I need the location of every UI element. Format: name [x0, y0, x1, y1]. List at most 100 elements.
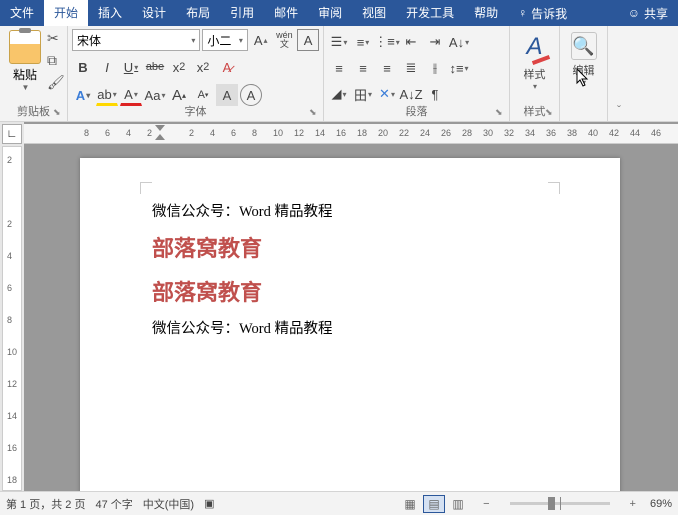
read-mode-button[interactable]: ▦: [399, 495, 421, 513]
tab-selector[interactable]: ∟: [2, 124, 22, 144]
multilevel-button[interactable]: ⋮≡▾: [376, 31, 398, 53]
share-label: 共享: [644, 5, 668, 22]
italic-button[interactable]: I: [96, 56, 118, 78]
menu-tab-help[interactable]: 帮助: [464, 0, 508, 26]
margin-corner-icon: [548, 182, 560, 194]
char-border-button[interactable]: A: [297, 29, 319, 51]
cut-icon[interactable]: ✂: [47, 30, 63, 46]
ruler-tick: 16: [336, 128, 346, 138]
statusbar: 第 1 页，共 2 页 47 个字 中文(中国) ▣ ▦ ▤ ▥ − + 69%: [0, 491, 678, 515]
horizontal-ruler[interactable]: 8642246810121416182022242628303234363840…: [24, 124, 678, 144]
group-paragraph: ☰▾ ≡▾ ⋮≡▾ ⇤ ⇥ A↓▾ ≡ ≡ ≡ ≣ ⫲ ↕≡▾ ◢▾ 田▾ ✕▾…: [324, 26, 510, 121]
ruler-tick: 44: [630, 128, 640, 138]
underline-button[interactable]: U▾: [120, 56, 142, 78]
web-layout-button[interactable]: ▥: [447, 495, 469, 513]
phonetic-guide-button[interactable]: wén文: [274, 29, 296, 51]
first-line-indent-marker[interactable]: [155, 125, 165, 131]
share-button[interactable]: ☺ 共享: [618, 5, 678, 22]
strikethrough-button[interactable]: abe: [144, 56, 166, 78]
zoom-in-button[interactable]: +: [626, 498, 640, 510]
bold-button[interactable]: B: [72, 56, 94, 78]
font-size-combo[interactable]: 小二 ▾: [202, 29, 248, 51]
menu-tab-insert[interactable]: 插入: [88, 0, 132, 26]
collapse-ribbon-button[interactable]: ˇ: [608, 26, 630, 121]
format-painter-icon[interactable]: 🖌: [47, 74, 63, 90]
zoom-out-button[interactable]: −: [479, 498, 493, 510]
page-indicator[interactable]: 第 1 页，共 2 页: [6, 496, 85, 512]
ruler-tick: 14: [7, 411, 17, 421]
grow-font-button[interactable]: A▴: [250, 29, 272, 51]
align-left-button[interactable]: ≡: [328, 57, 350, 79]
shading-button[interactable]: ◢▾: [328, 83, 350, 105]
paste-label: 粘贴: [13, 66, 37, 83]
menu-tab-mailings[interactable]: 邮件: [264, 0, 308, 26]
increase-indent-button[interactable]: ⇥: [424, 31, 446, 53]
menu-tab-developer[interactable]: 开发工具: [396, 0, 464, 26]
menu-tab-home[interactable]: 开始: [44, 0, 88, 26]
document-page[interactable]: 微信公众号：Word 精品教程部落窝教育部落窝教育微信公众号：Word 精品教程: [80, 158, 620, 491]
justify-button[interactable]: ≣: [400, 57, 422, 79]
font-group-label: 字体: [68, 103, 323, 119]
font-name-combo[interactable]: 宋体 ▾: [72, 29, 200, 51]
distribute-button[interactable]: ⫲: [424, 57, 446, 79]
language-indicator[interactable]: 中文(中国): [143, 496, 194, 512]
borders-button[interactable]: 田▾: [352, 83, 374, 105]
align-center-button[interactable]: ≡: [352, 57, 374, 79]
ruler-tick: 18: [357, 128, 367, 138]
text-direction-button[interactable]: A↓▾: [448, 31, 470, 53]
print-layout-button[interactable]: ▤: [423, 495, 445, 513]
ruler-tick: 8: [252, 128, 257, 138]
show-marks-button[interactable]: ¶: [424, 83, 446, 105]
menu-tab-layout[interactable]: 布局: [176, 0, 220, 26]
page-scroll[interactable]: 微信公众号：Word 精品教程部落窝教育部落窝教育微信公众号：Word 精品教程: [24, 144, 678, 491]
zoom-thumb[interactable]: [548, 497, 555, 510]
menu-tab-design[interactable]: 设计: [132, 0, 176, 26]
align-right-button[interactable]: ≡: [376, 57, 398, 79]
document-line[interactable]: 微信公众号：Word 精品教程: [152, 315, 548, 344]
view-buttons: ▦ ▤ ▥: [399, 495, 469, 513]
decrease-indent-button[interactable]: ⇤: [400, 31, 422, 53]
macro-record-icon[interactable]: ▣: [204, 497, 214, 510]
menu-file[interactable]: 文件: [0, 0, 44, 26]
menu-tab-review[interactable]: 审阅: [308, 0, 352, 26]
zoom-level[interactable]: 69%: [650, 498, 672, 510]
chevron-down-icon: ▼: [22, 83, 30, 92]
clear-format-button[interactable]: A̷: [216, 56, 238, 78]
ruler-tick: 10: [273, 128, 283, 138]
menu-tab-view[interactable]: 视图: [352, 0, 396, 26]
margin-corner-icon: [140, 182, 152, 194]
subscript-button[interactable]: x2: [168, 56, 190, 78]
chevron-down-icon[interactable]: ▾: [582, 78, 586, 87]
vertical-ruler[interactable]: 224681012141618: [2, 146, 22, 491]
styles-expand-icon[interactable]: ⬊: [545, 107, 555, 117]
ruler-tick: 20: [378, 128, 388, 138]
numbering-button[interactable]: ≡▾: [352, 31, 374, 53]
font-expand-icon[interactable]: ⬊: [309, 107, 319, 117]
tell-me-label: 告诉我: [531, 5, 567, 22]
tell-me[interactable]: ♀ 告诉我: [508, 5, 577, 22]
document-line[interactable]: 微信公众号：Word 精品教程: [152, 198, 548, 227]
clipboard-expand-icon[interactable]: ⬊: [53, 107, 63, 117]
ruler-tick: 22: [399, 128, 409, 138]
hanging-indent-marker[interactable]: [155, 134, 165, 140]
menu-tab-references[interactable]: 引用: [220, 0, 264, 26]
zoom-slider[interactable]: [510, 502, 610, 505]
line-spacing-button[interactable]: ↕≡▾: [448, 57, 470, 79]
asian-layout-button[interactable]: ✕▾: [376, 83, 398, 105]
ruler-tick: 2: [189, 128, 194, 138]
document-line[interactable]: 部落窝教育: [152, 227, 548, 271]
styles-button[interactable]: A: [520, 30, 550, 64]
copy-icon[interactable]: ⧉: [47, 52, 63, 68]
superscript-button[interactable]: x2: [192, 56, 214, 78]
find-button[interactable]: 🔍: [571, 32, 597, 60]
paragraph-expand-icon[interactable]: ⬊: [495, 107, 505, 117]
word-count[interactable]: 47 个字: [95, 496, 132, 512]
document-line[interactable]: 部落窝教育: [152, 271, 548, 315]
bullets-button[interactable]: ☰▾: [328, 31, 350, 53]
paste-button[interactable]: 粘贴 ▼: [4, 28, 46, 92]
chevron-down-icon[interactable]: ▾: [533, 82, 537, 91]
ruler-tick: 10: [7, 347, 17, 357]
sort-button[interactable]: A↓Z: [400, 83, 422, 105]
clipboard-icon: [9, 30, 41, 64]
font-size-value: 小二: [207, 32, 231, 49]
